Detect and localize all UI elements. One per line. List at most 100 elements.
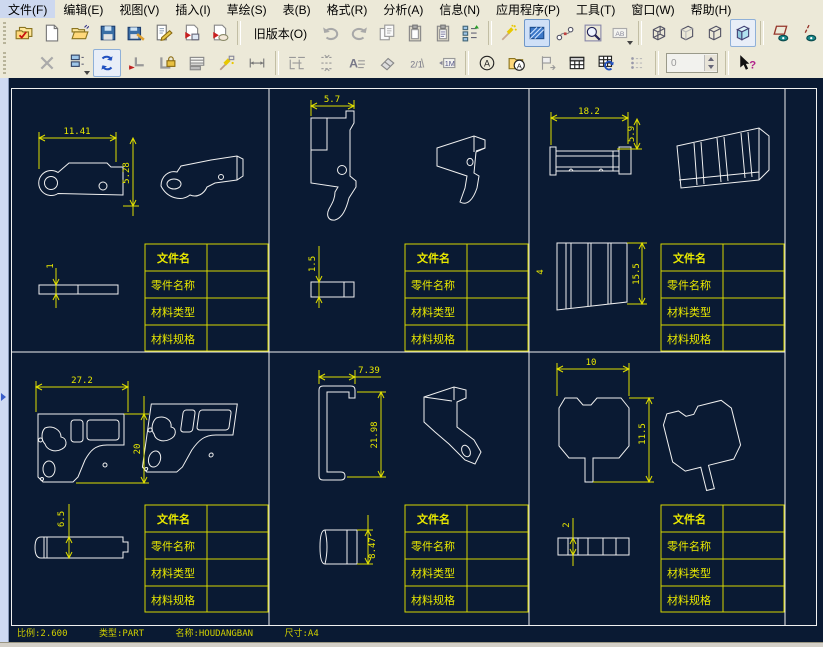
dim-width[interactable]: 10 bbox=[586, 358, 597, 368]
display-hidden-line-button[interactable] bbox=[674, 19, 700, 47]
rename-button[interactable]: AB bbox=[608, 19, 634, 47]
dimension-button[interactable] bbox=[243, 49, 271, 77]
title-block[interactable]: 文件名 零件名称 材料类型 材料规格 bbox=[144, 504, 269, 613]
dim-rib-height[interactable]: 15.5 bbox=[632, 263, 642, 285]
menu-format[interactable]: 格式(R) bbox=[319, 0, 376, 19]
menu-file[interactable]: 文件(F) bbox=[0, 0, 56, 19]
table-button[interactable] bbox=[563, 49, 591, 77]
title-materialspec-label: 材料规格 bbox=[667, 332, 711, 346]
find-button[interactable] bbox=[580, 19, 606, 47]
ratio-scale-button[interactable]: 2/1 bbox=[403, 49, 431, 77]
lock-view-button[interactable] bbox=[153, 49, 181, 77]
copy-button[interactable] bbox=[374, 19, 400, 47]
menu-view[interactable]: 视图(V) bbox=[111, 0, 167, 19]
save-as-icon bbox=[127, 26, 145, 41]
dim-width[interactable]: 7.39 bbox=[358, 366, 380, 376]
menu-info[interactable]: 信息(N) bbox=[431, 0, 488, 19]
clean-dims-button[interactable] bbox=[213, 49, 241, 77]
menu-tools[interactable]: 工具(T) bbox=[568, 0, 623, 19]
title-block[interactable]: 文件名 零件名称 材料类型 材料规格 bbox=[144, 243, 269, 352]
dim-rib-width[interactable]: 4 bbox=[536, 269, 546, 274]
open-file-button[interactable] bbox=[67, 19, 93, 47]
menu-table[interactable]: 表(B) bbox=[275, 0, 319, 19]
title-block[interactable]: 文件名 零件名称 材料类型 材料规格 bbox=[660, 243, 785, 352]
title-block[interactable]: 文件名 零件名称 材料类型 材料规格 bbox=[404, 243, 529, 352]
export-edit-button[interactable] bbox=[151, 19, 177, 47]
dim-height[interactable]: 20 bbox=[133, 444, 143, 455]
datum-plane-toggle-button[interactable] bbox=[768, 19, 794, 47]
dim-width[interactable]: 5.7 bbox=[324, 95, 340, 105]
pdf-export-button[interactable] bbox=[179, 19, 205, 47]
sheet-cell-lever-bracket[interactable]: 11.41 5.28 1 文件名 零件名称 材料类型 材料规格 bbox=[11, 88, 269, 352]
regenerate-list-button[interactable] bbox=[458, 19, 484, 47]
spinner-up-icon[interactable] bbox=[705, 55, 717, 63]
link-chain-button[interactable] bbox=[552, 19, 578, 47]
save-as-button[interactable] bbox=[123, 19, 149, 47]
detail-options-button[interactable] bbox=[623, 49, 651, 77]
dim-thickness[interactable]: 1 bbox=[46, 263, 56, 268]
dim-thickness[interactable]: 1.5 bbox=[308, 256, 318, 272]
menu-applications[interactable]: 应用程序(P) bbox=[488, 0, 568, 19]
dim-thickness[interactable]: 6.5 bbox=[57, 511, 67, 527]
dim-width[interactable]: 18.2 bbox=[578, 107, 600, 117]
new-file-button[interactable] bbox=[39, 19, 65, 47]
context-help-button[interactable]: ? bbox=[733, 49, 761, 77]
pattern-fill-button[interactable] bbox=[524, 19, 551, 47]
sheet-cell-pin-panel[interactable]: 18.2 5.9 15.5 4 文件名 零件名称 材料类型 材料规格 bbox=[529, 88, 785, 352]
layer-stack-button[interactable] bbox=[63, 49, 91, 77]
dim-width[interactable]: 27.2 bbox=[71, 376, 93, 386]
menu-analysis[interactable]: 分析(A) bbox=[375, 0, 431, 19]
paste-button[interactable] bbox=[402, 19, 428, 47]
dim-width[interactable]: 11.41 bbox=[63, 127, 90, 137]
sheet-cell-side-bracket[interactable]: 27.2 20 6.5 文件名 零件名称 材料类型 材料规格 bbox=[11, 352, 269, 626]
dim-depth[interactable]: 8.47 bbox=[368, 537, 378, 559]
display-wireframe-button[interactable] bbox=[646, 19, 672, 47]
text-style-button[interactable]: A bbox=[343, 49, 371, 77]
menu-sketch[interactable]: 草绘(S) bbox=[219, 0, 275, 19]
dim-height[interactable]: 5.9 bbox=[627, 126, 637, 142]
menu-help[interactable]: 帮助(H) bbox=[683, 0, 740, 19]
open-working-dir-button[interactable] bbox=[11, 19, 37, 47]
paste-special-button[interactable] bbox=[430, 19, 456, 47]
eraser-button[interactable] bbox=[373, 49, 401, 77]
table-rows-button[interactable] bbox=[183, 49, 211, 77]
insert-arrow-button[interactable] bbox=[123, 49, 151, 77]
scale-1m-button[interactable]: 1M bbox=[433, 49, 461, 77]
undo-button[interactable] bbox=[318, 19, 344, 47]
folder-axis-button[interactable]: A bbox=[503, 49, 531, 77]
old-version-button[interactable]: 旧版本(O) bbox=[245, 19, 316, 47]
sheet-cell-trigger-hook[interactable]: 5.7 1.5 文件名 零件名称 材料类型 材料规格 bbox=[269, 88, 529, 352]
spinner-down-icon[interactable] bbox=[705, 63, 717, 71]
move-view-button[interactable] bbox=[533, 49, 561, 77]
dim-height[interactable]: 11.5 bbox=[638, 423, 648, 445]
save-button[interactable] bbox=[95, 19, 121, 47]
sheet-cell-octagon-plate[interactable]: 10 11.5 2 文件名 零件名称 材料类型 材料规格 bbox=[529, 352, 785, 626]
dim-height[interactable]: 21.98 bbox=[370, 421, 380, 448]
table-refresh-icon bbox=[598, 55, 614, 71]
title-block[interactable]: 文件名 零件名称 材料类型 材料规格 bbox=[660, 504, 785, 613]
menu-insert[interactable]: 插入(I) bbox=[167, 0, 218, 19]
spray-clean-button[interactable] bbox=[496, 19, 522, 47]
table-update-button[interactable] bbox=[593, 49, 621, 77]
display-shaded-button[interactable] bbox=[729, 19, 756, 47]
sheet-number-spinner[interactable]: 0 bbox=[666, 53, 718, 73]
datum-axis-toggle-button[interactable] bbox=[796, 19, 822, 47]
delete-button[interactable] bbox=[33, 49, 61, 77]
axis-display-button[interactable]: A bbox=[473, 49, 501, 77]
toolbar-gripper[interactable] bbox=[3, 22, 6, 44]
sheet-cell-c-channel[interactable]: 7.39 21.98 8.47 文件名 零件名称 材料类型 材料规格 bbox=[269, 352, 529, 626]
toolbar-gripper[interactable] bbox=[3, 52, 6, 74]
menu-edit[interactable]: 编辑(E) bbox=[55, 0, 111, 19]
pdf-print-button[interactable] bbox=[207, 19, 233, 47]
dim-height[interactable]: 5.28 bbox=[122, 162, 132, 184]
left-splitter[interactable] bbox=[0, 78, 9, 642]
dim-thickness[interactable]: 2 bbox=[562, 522, 572, 527]
window-pane-button[interactable] bbox=[283, 49, 311, 77]
align-dims-button[interactable] bbox=[313, 49, 341, 77]
update-sheets-button[interactable] bbox=[93, 49, 121, 77]
drawing-canvas[interactable]: 11.41 5.28 1 文件名 零件名称 材料类型 材料规格 5.7 1.5 … bbox=[9, 78, 823, 642]
redo-button[interactable] bbox=[346, 19, 372, 47]
menu-window[interactable]: 窗口(W) bbox=[623, 0, 682, 19]
title-block[interactable]: 文件名 零件名称 材料类型 材料规格 bbox=[404, 504, 529, 613]
display-no-hidden-button[interactable] bbox=[702, 19, 728, 47]
